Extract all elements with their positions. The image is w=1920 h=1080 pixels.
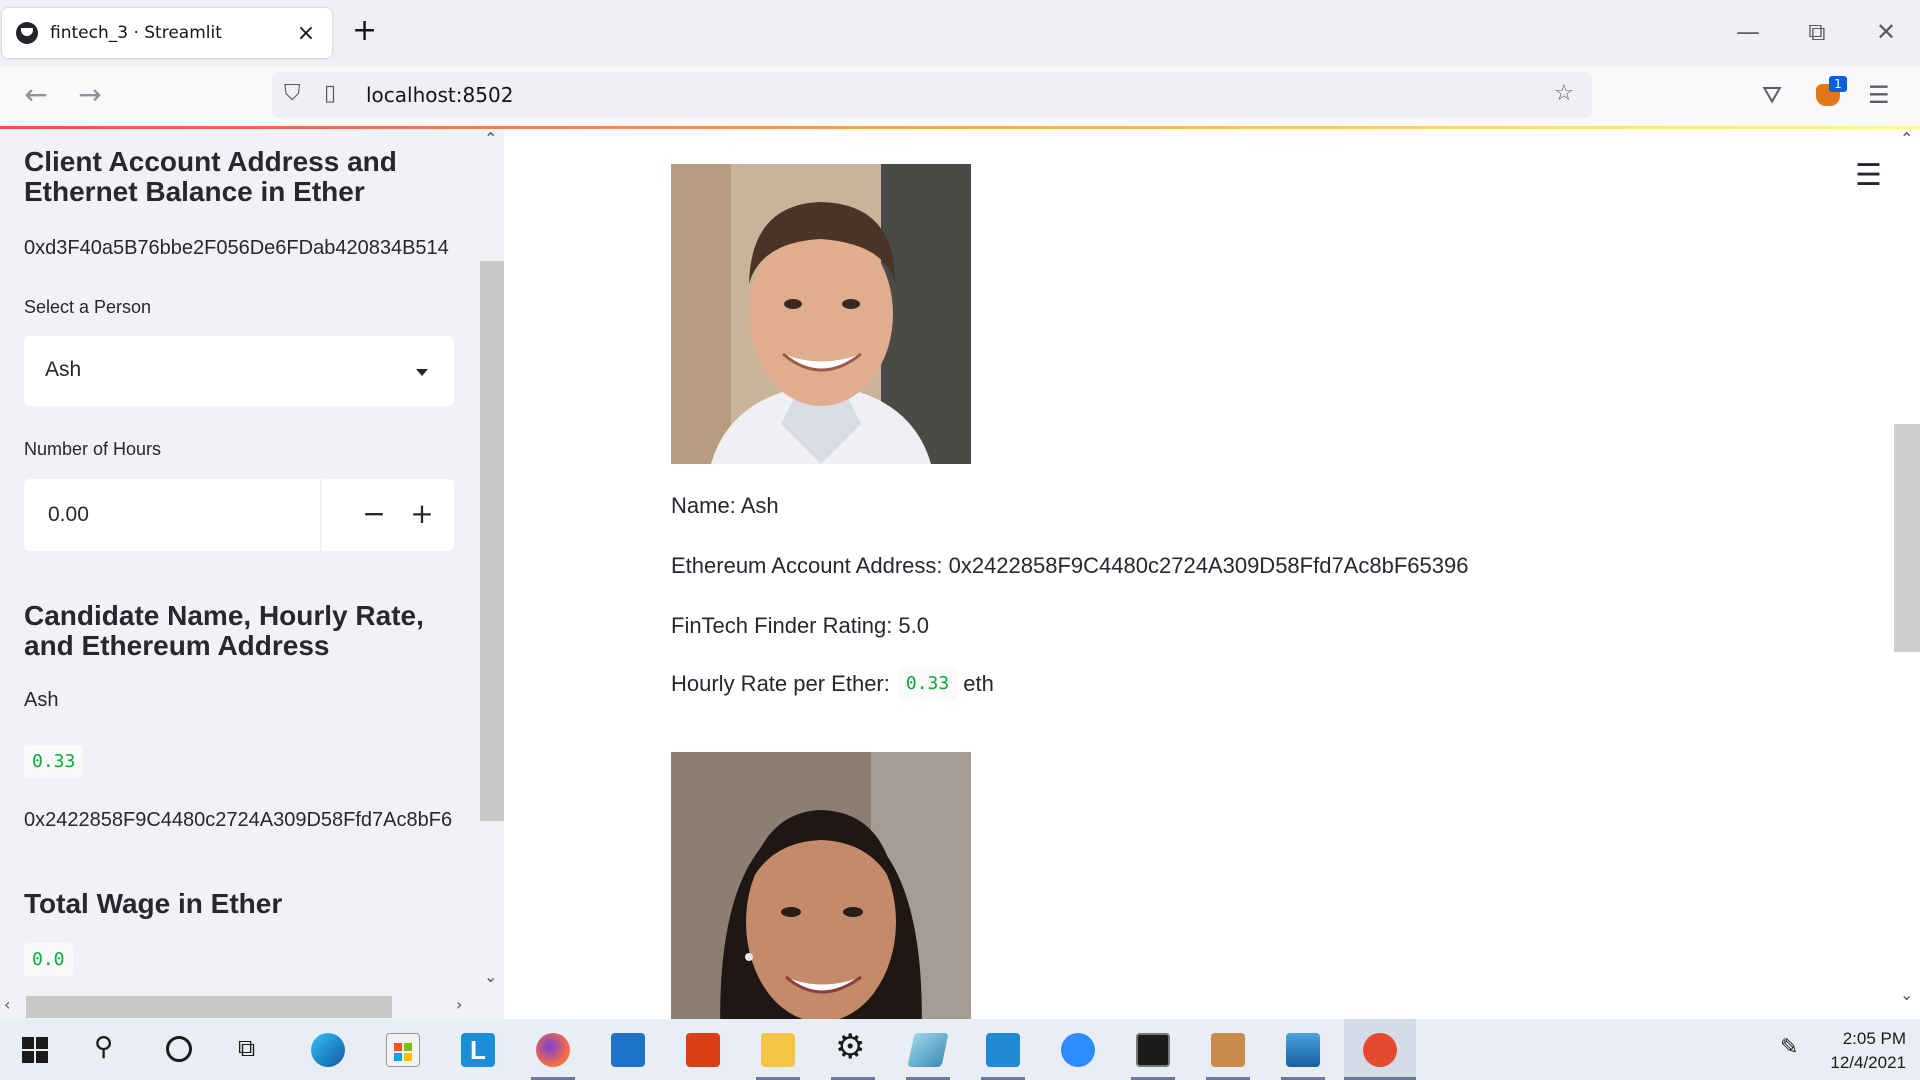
store-icon[interactable] [386, 1033, 420, 1067]
back-arrow-icon[interactable]: ← [18, 80, 54, 110]
url-text[interactable]: localhost:8502 [366, 83, 513, 107]
windows-start-icon[interactable] [22, 1037, 48, 1063]
cortana-icon[interactable] [166, 1036, 192, 1062]
main-content: Name: Ash Ethereum Account Address: 0x24… [504, 129, 1894, 1019]
terminal-icon[interactable] [1136, 1033, 1170, 1067]
main-scroll-up-icon[interactable]: ⌃ [1900, 129, 1913, 148]
account-heading: Client Account Address and Ethernet Bala… [24, 146, 397, 207]
search-icon[interactable]: ⚲ [94, 1032, 113, 1062]
sidebar-scroll-thumb[interactable] [480, 261, 504, 821]
hours-number-input[interactable]: 0.00 − + [24, 479, 454, 551]
system-clock[interactable]: 2:05 PM 12/4/2021 [1826, 1027, 1906, 1075]
bookmark-star-icon[interactable]: ☆ [1554, 81, 1574, 106]
file-explorer-icon[interactable] [761, 1033, 795, 1067]
candidate-address: 0x2422858F9C4480c2724A309D58Ffd7Ac8bF6 [24, 809, 453, 831]
main-scroll-down-icon[interactable]: ⌄ [1900, 985, 1913, 1004]
url-bar[interactable]: ⛉ ▯ localhost:8502 ☆ [272, 72, 1592, 118]
divider [320, 479, 322, 551]
hours-value[interactable]: 0.00 [48, 503, 89, 527]
scroll-up-icon[interactable]: ⌃ [484, 129, 497, 148]
minimize-button[interactable]: — [1728, 14, 1768, 50]
candidate-photo-ash [671, 164, 971, 464]
hourly-rate-value: 0.33 [897, 667, 958, 700]
ganache-icon[interactable] [1211, 1033, 1245, 1067]
account-address: 0xd3F40a5B76bbe2F056De6FDab420834B514 [24, 237, 449, 259]
hourly-rate-line: Hourly Rate per Ether: 0.33 eth [671, 667, 994, 700]
browser-nav-bar: ← → ⛉ ▯ localhost:8502 ☆ ⛛ ☰ [0, 66, 1920, 126]
sidebar-hscroll-thumb[interactable] [26, 996, 392, 1018]
task-view-icon[interactable]: ⧉ [238, 1034, 255, 1062]
candidate-heading: Candidate Name, Hourly Rate, and Ethereu… [24, 600, 424, 661]
candidate-rate: 0.33 [24, 745, 84, 778]
streamlit-menu-icon[interactable]: ☰ [1855, 161, 1882, 191]
forward-arrow-icon[interactable]: → [72, 80, 108, 110]
shield-icon[interactable]: ⛉ [284, 81, 301, 106]
select-person-label: Select a Person [24, 297, 152, 317]
candidate-address-line: Ethereum Account Address: 0x2422858F9C44… [671, 553, 1469, 578]
clock-time: 2:05 PM [1842, 1029, 1906, 1048]
browser-tab[interactable]: fintech_3 · Streamlit × [2, 8, 332, 58]
main-vertical-scrollbar[interactable]: ⌃ ⌄ [1894, 129, 1920, 1019]
page-icon: ▯ [324, 81, 337, 106]
sidebar: Client Account Address and Ethernet Bala… [0, 129, 504, 1019]
settings-gear-icon[interactable]: ⚙ [835, 1027, 865, 1067]
hourly-rate-prefix: Hourly Rate per Ether: [671, 670, 890, 696]
office-icon[interactable] [686, 1033, 720, 1067]
select-person-dropdown[interactable]: Ash [24, 336, 454, 406]
hours-label: Number of Hours [24, 439, 162, 459]
restore-button[interactable]: ⧉ [1797, 14, 1837, 50]
windows-taskbar: ⚲ ⧉ L ⚙ ✎ 2:05 PM 12/4/2021 [0, 1019, 1920, 1080]
scroll-left-icon[interactable]: ‹ [4, 995, 10, 1014]
candidate-name: Ash [24, 689, 59, 711]
decrement-button[interactable]: − [354, 497, 394, 531]
candidate-name-line: Name: Ash [671, 493, 779, 518]
browser-tab-bar: fintech_3 · Streamlit × + — ⧉ ✕ [0, 0, 1920, 66]
app-l-icon[interactable]: L [461, 1033, 495, 1067]
main-scroll-thumb[interactable] [1894, 424, 1920, 652]
tab-title: fintech_3 · Streamlit [50, 23, 222, 43]
sidebar-horizontal-scrollbar[interactable]: ‹ › [0, 993, 478, 1019]
candidate-rating-line: FinTech Finder Rating: 5.0 [671, 613, 930, 638]
wage-value-wrap: 0.0 [24, 943, 73, 976]
candidate-photo-2 [671, 752, 971, 1019]
tab-close-icon[interactable]: × [294, 21, 318, 46]
streamlit-favicon-icon [16, 22, 38, 44]
firefox-icon[interactable] [536, 1033, 570, 1067]
pen-icon[interactable]: ✎ [1780, 1035, 1798, 1060]
notes-app-icon[interactable] [907, 1033, 949, 1067]
snipping-tool-icon[interactable] [1363, 1033, 1397, 1067]
selected-person: Ash [45, 358, 82, 381]
snipping-tool-active-slot[interactable] [1344, 1019, 1416, 1080]
wage-heading: Total Wage in Ether [24, 888, 283, 919]
wage-value: 0.0 [24, 943, 73, 976]
clock-date: 12/4/2021 [1830, 1053, 1906, 1072]
hourly-rate-suffix: eth [963, 670, 994, 696]
vscode-icon[interactable] [986, 1033, 1020, 1067]
menu-icon[interactable]: ☰ [1868, 80, 1890, 110]
scroll-right-icon[interactable]: › [456, 995, 462, 1014]
photos-icon[interactable] [1286, 1033, 1320, 1067]
candidate-rate-wrap: 0.33 [24, 745, 84, 778]
sidebar-vertical-scrollbar[interactable]: ⌃ ⌄ [478, 129, 504, 1001]
increment-button[interactable]: + [402, 497, 442, 531]
new-tab-button[interactable]: + [352, 16, 377, 46]
edge-icon[interactable] [311, 1033, 345, 1067]
chevron-down-icon [416, 369, 428, 376]
scroll-down-icon[interactable]: ⌄ [484, 967, 497, 986]
mail-icon[interactable] [611, 1033, 645, 1067]
zoom-icon[interactable] [1061, 1033, 1095, 1067]
pocket-icon[interactable]: ⛛ [1762, 80, 1782, 110]
close-window-button[interactable]: ✕ [1866, 14, 1906, 50]
extension-badge: 1 [1829, 76, 1847, 92]
